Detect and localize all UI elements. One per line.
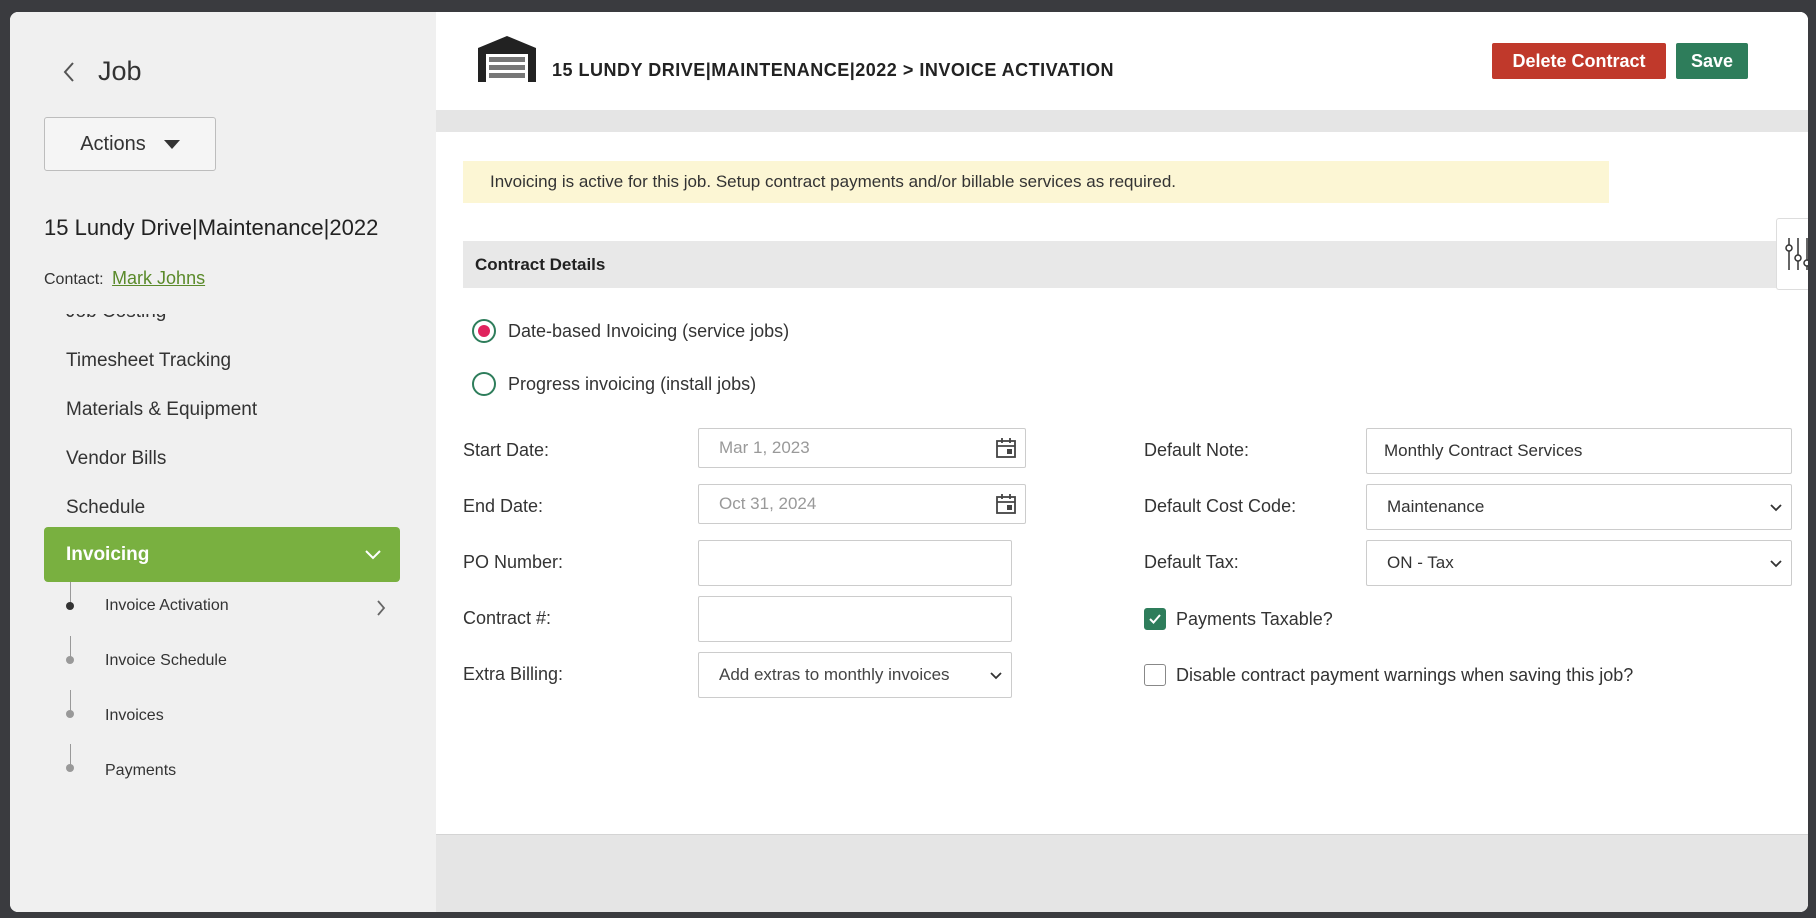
cost-code-select[interactable]: Maintenance (1366, 484, 1792, 530)
radio-button-selected[interactable] (472, 319, 496, 343)
info-notice: Invoicing is active for this job. Setup … (463, 161, 1609, 203)
subnav-connector (70, 636, 71, 658)
payments-taxable-checkbox[interactable] (1144, 608, 1166, 630)
sidebar-title: Job (98, 56, 142, 86)
contact-row: Contact: Mark Johns (44, 268, 205, 289)
disable-warnings-checkbox[interactable] (1144, 664, 1166, 686)
chevron-down-icon (365, 549, 381, 559)
cost-code-label: Default Cost Code: (1144, 496, 1297, 516)
main-content: 15 LUNDY DRIVE|MAINTENANCE|2022 > INVOIC… (436, 12, 1808, 912)
checkmark-icon (1149, 614, 1161, 624)
default-tax-label: Default Tax: (1144, 552, 1239, 572)
radio-progress-invoicing[interactable]: Progress invoicing (install jobs) (472, 372, 756, 396)
subnav-invoice-schedule[interactable]: Invoice Schedule (105, 652, 227, 670)
sidebar-item-invoicing[interactable]: Invoicing (44, 527, 400, 582)
default-note-label: Default Note: (1144, 440, 1250, 460)
header-divider (436, 110, 1808, 132)
chevron-left-icon (63, 62, 74, 82)
save-button[interactable]: Save (1676, 43, 1748, 79)
subnav-connector (70, 690, 71, 712)
subnav-dot (66, 710, 74, 718)
job-name: 15 Lundy Drive|Maintenance|2022 (44, 215, 379, 240)
disable-warnings-checkbox-row[interactable]: Disable contract payment warnings when s… (1144, 664, 1633, 686)
chevron-down-icon (1770, 504, 1782, 512)
actions-dropdown-button[interactable]: Actions (44, 117, 216, 171)
filter-sliders-icon (1785, 238, 1808, 270)
start-date-field[interactable]: Mar 1, 2023 (698, 428, 1026, 468)
disable-warnings-label: Disable contract payment warnings when s… (1176, 664, 1634, 685)
po-number-input[interactable] (698, 540, 1012, 586)
garage-icon (478, 36, 536, 82)
contact-link[interactable]: Mark Johns (112, 268, 205, 288)
cost-code-value: Maintenance (1387, 497, 1485, 516)
radio-label: Progress invoicing (install jobs) (508, 373, 757, 394)
radio-label: Date-based Invoicing (service jobs) (508, 320, 790, 341)
sidebar-item-materials-equipment[interactable]: Materials & Equipment (66, 399, 257, 421)
po-number-label: PO Number: (463, 552, 564, 572)
delete-contract-button[interactable]: Delete Contract (1492, 43, 1666, 79)
subnav-connector (70, 582, 71, 604)
sidebar-item-job-costing[interactable]: Job Costing (66, 314, 166, 323)
breadcrumb: 15 LUNDY DRIVE|MAINTENANCE|2022 > INVOIC… (552, 60, 1115, 80)
chevron-down-icon (1770, 560, 1782, 568)
subnav-dot-active (66, 602, 74, 610)
contact-label: Contact: (44, 271, 104, 288)
start-date-value: Mar 1, 2023 (719, 438, 810, 457)
chevron-down-icon (990, 672, 1002, 680)
default-note-value: Monthly Contract Services (1384, 441, 1583, 460)
section-header: Contract Details (463, 241, 1808, 288)
radio-selected-dot (478, 325, 490, 337)
actions-label: Actions (80, 132, 146, 155)
caret-down-icon (163, 139, 180, 149)
end-date-field[interactable]: Oct 31, 2024 (698, 484, 1026, 524)
sidebar: Job Actions 15 Lundy Drive|Maintenance|2… (10, 12, 436, 912)
calendar-icon[interactable] (995, 437, 1017, 459)
radio-button[interactable] (472, 372, 496, 396)
start-date-label: Start Date: (463, 440, 550, 460)
default-tax-select[interactable]: ON - Tax (1366, 540, 1792, 586)
extra-billing-value: Add extras to monthly invoices (719, 665, 950, 684)
calendar-icon[interactable] (995, 493, 1017, 515)
sidebar-item-schedule[interactable]: Schedule (66, 497, 145, 519)
extra-billing-label: Extra Billing: (463, 664, 564, 684)
payments-taxable-checkbox-row[interactable]: Payments Taxable? (1144, 608, 1333, 630)
default-note-input[interactable]: Monthly Contract Services (1366, 428, 1792, 474)
end-date-value: Oct 31, 2024 (719, 494, 817, 513)
extra-billing-select[interactable]: Add extras to monthly invoices (698, 652, 1012, 698)
subnav-connector (70, 744, 71, 766)
filter-panel-toggle[interactable] (1776, 218, 1808, 290)
subnav-dot (66, 656, 74, 664)
end-date-label: End Date: (463, 496, 544, 516)
sidebar-item-timesheet-tracking[interactable]: Timesheet Tracking (66, 350, 231, 372)
page-header: 15 LUNDY DRIVE|MAINTENANCE|2022 > INVOIC… (436, 12, 1808, 110)
footer-area (436, 834, 1808, 912)
back-button[interactable] (54, 52, 84, 92)
app-window: Job Actions 15 Lundy Drive|Maintenance|2… (10, 12, 1808, 912)
sidebar-item-vendor-bills[interactable]: Vendor Bills (66, 448, 166, 470)
payments-taxable-label: Payments Taxable? (1176, 608, 1333, 629)
contract-number-label: Contract #: (463, 608, 552, 628)
subnav-invoice-activation[interactable]: Invoice Activation (105, 597, 229, 615)
subnav-invoices[interactable]: Invoices (105, 707, 164, 725)
subnav-dot (66, 764, 74, 772)
default-tax-value: ON - Tax (1387, 553, 1454, 572)
contract-number-input[interactable] (698, 596, 1012, 642)
sidebar-item-invoicing-label: Invoicing (66, 543, 150, 565)
sidebar-nav: Job Costing Timesheet Tracking Materials… (10, 314, 436, 912)
radio-date-based-invoicing[interactable]: Date-based Invoicing (service jobs) (472, 319, 789, 343)
subnav-payments[interactable]: Payments (105, 762, 176, 780)
chevron-right-icon (374, 597, 388, 619)
